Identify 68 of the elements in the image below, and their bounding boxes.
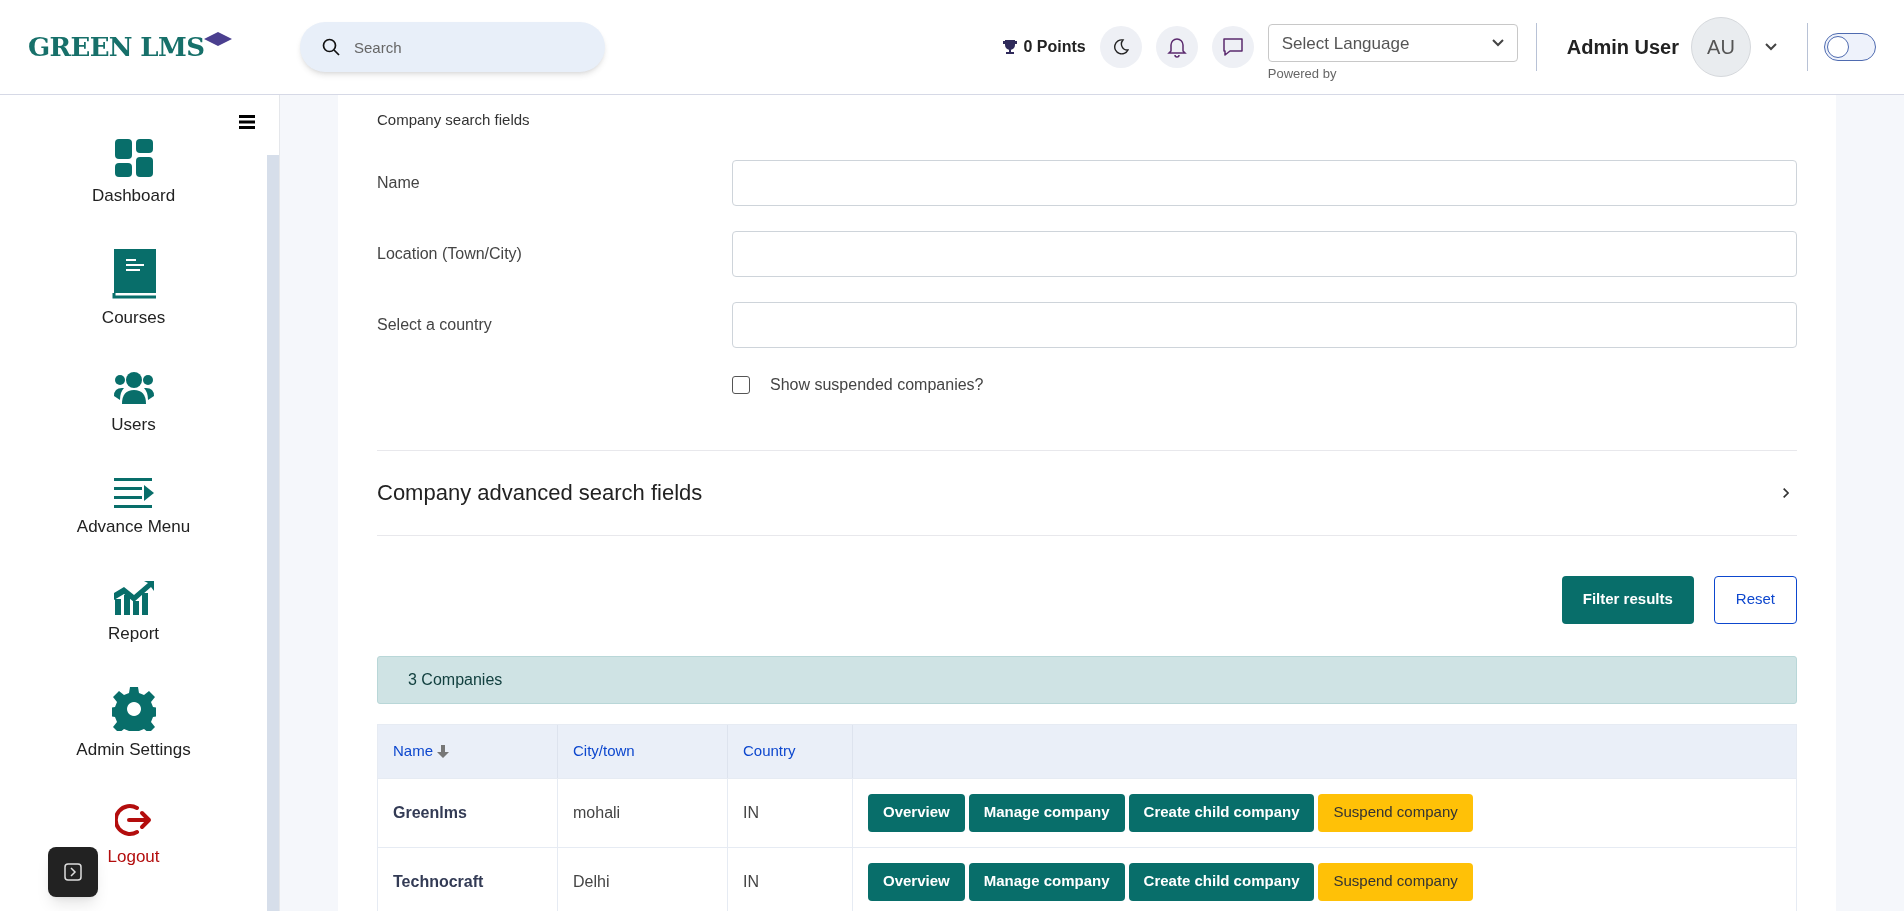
table-cell-text: Greenlms	[393, 802, 467, 823]
settings-icon	[111, 686, 156, 731]
powered-by-text: Powered by	[1267, 65, 1338, 84]
checkbox[interactable]	[732, 375, 750, 394]
logo[interactable]: GREEN LMS	[28, 27, 300, 67]
expand-button[interactable]	[48, 847, 98, 897]
points-count: 0 Points	[1023, 37, 1086, 57]
column-header[interactable]: Country	[743, 739, 796, 763]
input-field[interactable]	[732, 301, 1797, 348]
table-cell-text: Technocraft	[393, 871, 484, 892]
search-field[interactable]: Search	[300, 22, 605, 72]
menu-icon[interactable]	[239, 115, 256, 129]
action-button[interactable]: Create child company	[1128, 862, 1315, 901]
book-icon	[111, 248, 156, 299]
moon-icon	[1112, 39, 1129, 55]
sidebar-item[interactable]: Admin Settings	[76, 686, 191, 762]
field-label: Name	[377, 172, 421, 193]
results-banner: 3 Companies	[377, 655, 1797, 704]
button[interactable]: Filter results	[1561, 575, 1694, 624]
sidebar-item[interactable]: Advance Menu	[76, 477, 191, 539]
action-button[interactable]: Overview	[868, 862, 965, 901]
table-cell-text: mohali	[573, 802, 621, 823]
language-select[interactable]: Select Language	[1267, 24, 1518, 63]
action-button[interactable]: Overview	[868, 793, 965, 832]
action-button[interactable]: Manage company	[968, 793, 1125, 832]
action-button[interactable]: Create child company	[1128, 793, 1315, 832]
sidebar-item[interactable]: Courses	[101, 248, 166, 330]
accordion-header[interactable]: Company advanced search fields	[377, 449, 1797, 536]
action-button[interactable]: Suspend company	[1318, 862, 1473, 901]
dark-mode-button[interactable]	[1099, 26, 1142, 68]
table-cell-text: IN	[743, 802, 759, 823]
column-header[interactable]: Name	[393, 739, 450, 763]
input-field[interactable]	[732, 230, 1797, 277]
notification-button[interactable]	[1155, 26, 1198, 68]
scrollbar[interactable]	[267, 155, 279, 911]
chart-icon	[111, 579, 156, 615]
sidebar-item[interactable]: Users	[111, 370, 156, 438]
list-arrow-icon	[113, 477, 154, 508]
chevron-down-icon	[1491, 39, 1504, 48]
table-cell-text: Delhi	[573, 871, 610, 892]
chevron-down-icon[interactable]	[1765, 43, 1777, 51]
table-cell-text: IN	[743, 871, 759, 892]
checkbox-label: Show suspended companies?	[770, 374, 984, 395]
field-label: Select a country	[377, 314, 493, 335]
input-field[interactable]	[732, 159, 1797, 206]
dashboard-icon	[114, 139, 153, 177]
sidebar-item[interactable]: Logout	[107, 802, 160, 870]
button[interactable]: Reset	[1713, 575, 1797, 624]
column-header[interactable]: City/town	[573, 739, 635, 763]
sidebar-item[interactable]: Dashboard	[91, 139, 176, 209]
action-button[interactable]: Suspend company	[1318, 793, 1473, 832]
trophy-icon	[1001, 39, 1018, 55]
language-value: Select Language	[1281, 32, 1410, 55]
accordion-title: Company advanced search fields	[377, 479, 703, 507]
field-label: Location (Town/City)	[377, 243, 523, 264]
sort-arrow-icon	[436, 744, 450, 758]
chevron-square-icon	[63, 862, 83, 882]
logout-icon	[114, 802, 153, 838]
sidebar-item[interactable]: Report	[108, 579, 160, 647]
action-button[interactable]: Manage company	[968, 862, 1125, 901]
user-avatar[interactable]: AU	[1691, 17, 1751, 77]
chat-button[interactable]	[1211, 26, 1254, 68]
section-title: Company search fields	[377, 110, 531, 130]
bell-icon	[1166, 36, 1187, 58]
chat-icon	[1221, 37, 1244, 57]
users-icon	[113, 370, 154, 406]
user-name: Admin User	[1566, 35, 1679, 60]
toggle-switch[interactable]	[1824, 33, 1876, 61]
